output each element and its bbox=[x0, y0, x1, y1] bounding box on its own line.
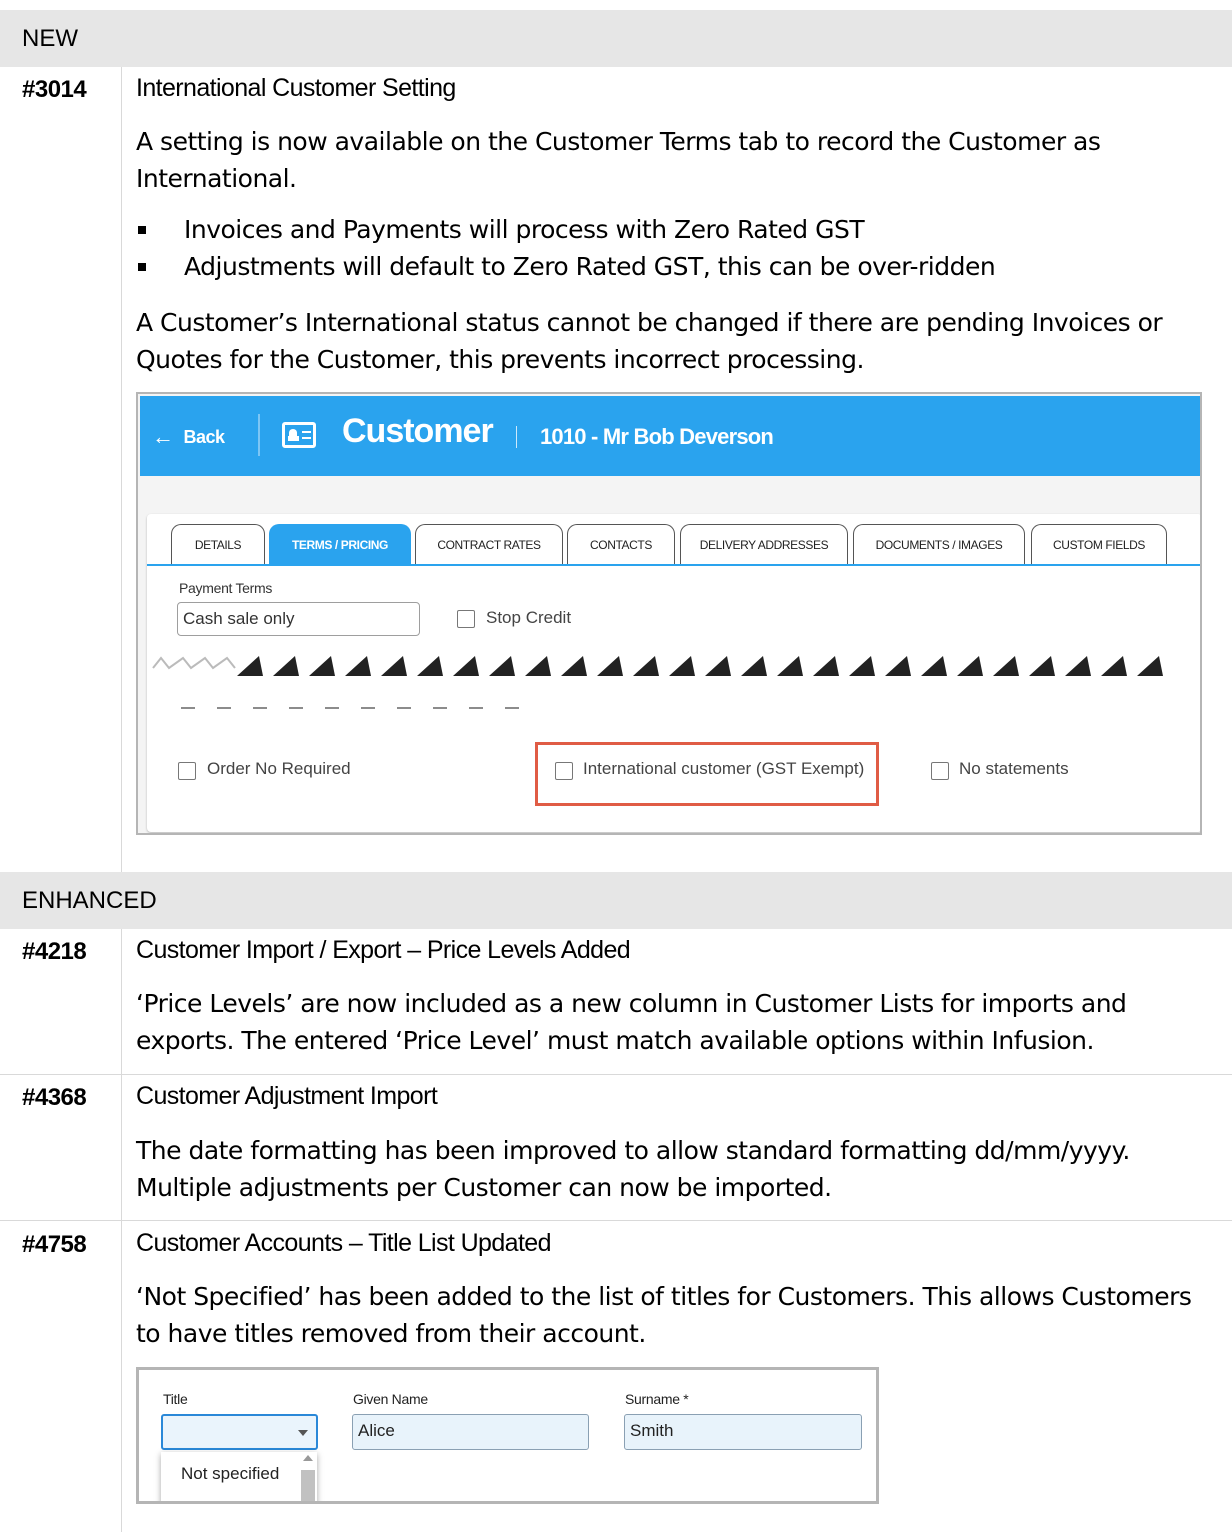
item-title: Customer Adjustment Import bbox=[136, 1082, 438, 1110]
back-label: Back bbox=[183, 427, 226, 447]
bullet-icon bbox=[138, 263, 146, 271]
surname-label: Surname * bbox=[625, 1391, 689, 1407]
item-number: #4368 bbox=[22, 1084, 87, 1111]
torn-edge-divider bbox=[147, 656, 1200, 709]
title-dropdown-list: Not specified bbox=[161, 1452, 317, 1501]
column-divider bbox=[121, 67, 122, 872]
payment-terms-label: Payment Terms bbox=[179, 580, 273, 596]
international-customer-checkbox[interactable] bbox=[555, 762, 573, 780]
dropdown-scrollbar[interactable] bbox=[301, 1470, 315, 1501]
bullet-text: Invoices and Payments will process with … bbox=[184, 215, 865, 244]
title-select[interactable] bbox=[161, 1414, 318, 1450]
chevron-down-icon bbox=[298, 1430, 308, 1436]
section-header-enhanced: ENHANCED bbox=[0, 872, 1232, 929]
title-label: Title bbox=[163, 1391, 188, 1407]
surname-field[interactable]: Smith bbox=[624, 1414, 862, 1450]
item-title: International Customer Setting bbox=[136, 74, 456, 102]
tab-bar: DETAILS TERMS / PRICING CONTRACT RATES C… bbox=[147, 524, 1200, 566]
section-header-new: NEW bbox=[0, 10, 1232, 67]
section-label: ENHANCED bbox=[22, 886, 157, 914]
tab-terms-pricing[interactable]: TERMS / PRICING bbox=[269, 524, 411, 564]
item-number: #4758 bbox=[22, 1231, 87, 1258]
bullet-text: Adjustments will default to Zero Rated G… bbox=[184, 252, 996, 281]
item-number: #4218 bbox=[22, 938, 87, 965]
dropdown-option[interactable]: Not specified bbox=[181, 1464, 279, 1484]
item-description: ‘Price Levels’ are now included as a new… bbox=[136, 989, 1127, 1055]
stop-credit-checkbox[interactable] bbox=[457, 610, 475, 628]
item-title: Customer Accounts – Title List Updated bbox=[136, 1229, 552, 1257]
bullet-icon bbox=[138, 226, 146, 234]
item-description: The date formatting has been improved to… bbox=[136, 1136, 1130, 1202]
tab-contacts[interactable]: CONTACTS bbox=[567, 524, 675, 564]
no-statements-checkbox[interactable] bbox=[931, 762, 949, 780]
row-divider bbox=[0, 1074, 1232, 1075]
customer-name: 1010 - Mr Bob Deverson bbox=[540, 424, 774, 449]
item-number: #3014 bbox=[22, 76, 87, 103]
customer-screenshot: ← Back Customer 1010 - Mr Bob Deverson DE… bbox=[136, 392, 1202, 835]
section-label: NEW bbox=[22, 24, 78, 52]
row-divider bbox=[0, 1220, 1232, 1221]
order-no-required-label: Order No Required bbox=[207, 759, 351, 778]
item-title: Customer Import / Export – Price Levels … bbox=[136, 936, 631, 964]
given-name-label: Given Name bbox=[353, 1391, 428, 1407]
tab-details[interactable]: DETAILS bbox=[171, 524, 265, 564]
item-description: A setting is now available on the Custom… bbox=[136, 127, 1101, 193]
international-customer-label: International customer (GST Exempt) bbox=[583, 759, 865, 778]
header-divider bbox=[258, 414, 260, 456]
arrow-left-icon: ← bbox=[152, 424, 174, 449]
title-screenshot: Title Given Name Alice Surname * Smith N… bbox=[136, 1367, 879, 1504]
contact-card-icon bbox=[282, 422, 316, 448]
scroll-up-icon[interactable] bbox=[303, 1455, 313, 1461]
given-name-field[interactable]: Alice bbox=[352, 1414, 589, 1450]
title-divider bbox=[516, 426, 517, 448]
item-description: ‘Not Specified’ has been added to the li… bbox=[136, 1282, 1192, 1348]
tab-delivery-addresses[interactable]: DELIVERY ADDRESSES bbox=[680, 524, 848, 564]
tab-contract-rates[interactable]: CONTRACT RATES bbox=[415, 524, 563, 564]
payment-terms-field[interactable]: Cash sale only bbox=[177, 602, 420, 636]
no-statements-label: No statements bbox=[959, 759, 1069, 778]
page-title: Customer bbox=[342, 412, 494, 450]
item-note: A Customer’s International status cannot… bbox=[136, 308, 1163, 374]
tab-documents-images[interactable]: DOCUMENTS / IMAGES bbox=[853, 524, 1025, 564]
back-button[interactable]: ← Back bbox=[152, 423, 225, 449]
customer-header-bar: ← Back Customer 1010 - Mr Bob Deverson bbox=[140, 396, 1200, 476]
customer-form-panel: DETAILS TERMS / PRICING CONTRACT RATES C… bbox=[147, 514, 1200, 832]
column-divider bbox=[121, 929, 122, 1532]
tab-custom-fields[interactable]: CUSTOM FIELDS bbox=[1031, 524, 1167, 564]
order-no-required-checkbox[interactable] bbox=[178, 762, 196, 780]
stop-credit-label: Stop Credit bbox=[486, 608, 572, 627]
